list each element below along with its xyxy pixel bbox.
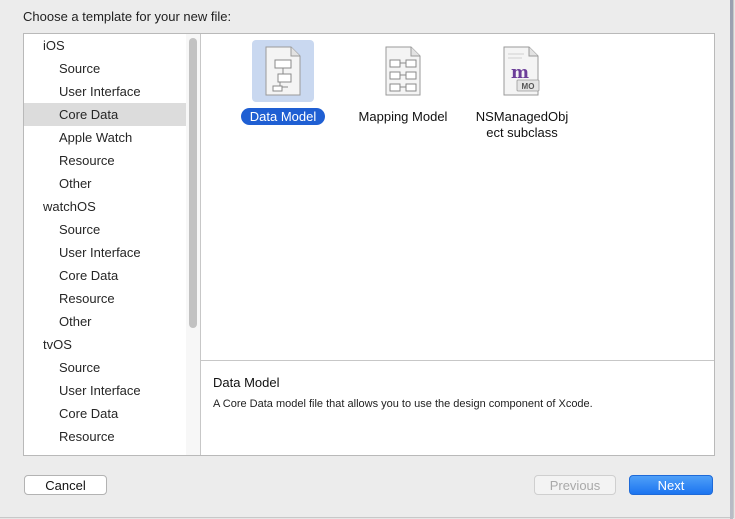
- template-browser: iOS Source User Interface Core Data Appl…: [23, 33, 715, 456]
- template-chooser-sheet: Choose a template for your new file: iOS…: [0, 0, 734, 519]
- sidebar-item-tvos-core-data[interactable]: Core Data: [24, 402, 200, 425]
- sidebar-item-watchos-other[interactable]: Other: [24, 310, 200, 333]
- mapping-model-document-icon: [385, 46, 421, 96]
- sidebar-item-ios-other[interactable]: Other: [24, 172, 200, 195]
- sidebar-item-ios-resource[interactable]: Resource: [24, 149, 200, 172]
- sidebar-item-tvos-resource[interactable]: Resource: [24, 425, 200, 448]
- sidebar-item-watchos-resource[interactable]: Resource: [24, 287, 200, 310]
- template-icon-highlight: [252, 40, 314, 102]
- sidebar-item-tvos-user-interface[interactable]: User Interface: [24, 379, 200, 402]
- template-data-model[interactable]: Data Model: [224, 40, 342, 125]
- mo-badge: MO: [522, 82, 535, 91]
- template-category-sidebar: iOS Source User Interface Core Data Appl…: [24, 34, 201, 455]
- template-icon-container: [372, 40, 434, 102]
- template-icon-container: m MO: [491, 40, 553, 102]
- template-label: Data Model: [228, 108, 338, 125]
- data-model-document-icon: [265, 46, 301, 96]
- previous-button[interactable]: Previous: [534, 475, 616, 495]
- template-label: Mapping Model: [358, 109, 448, 124]
- sidebar-item-ios-apple-watch[interactable]: Apple Watch: [24, 126, 200, 149]
- sidebar-item-ios-core-data[interactable]: Core Data: [24, 103, 200, 126]
- template-label: NSManagedObj ect subclass: [475, 109, 569, 140]
- managed-object-subclass-icon: m MO: [503, 46, 540, 96]
- sidebar-item-watchos-user-interface[interactable]: User Interface: [24, 241, 200, 264]
- next-button[interactable]: Next: [629, 475, 713, 495]
- dialog-prompt: Choose a template for your new file:: [23, 9, 232, 24]
- sidebar-platform-tvos[interactable]: tvOS: [24, 333, 200, 356]
- cancel-button[interactable]: Cancel: [24, 475, 107, 495]
- template-description-pane: Data Model A Core Data model file that a…: [201, 361, 714, 455]
- sidebar-item-ios-source[interactable]: Source: [24, 57, 200, 80]
- template-grid: Data Model Mapping Model m MO NSManagedO…: [201, 34, 714, 360]
- sidebar-item-tvos-source[interactable]: Source: [24, 356, 200, 379]
- template-nsmanagedobject-subclass[interactable]: m MO NSManagedObj ect subclass: [463, 40, 581, 141]
- sidebar-item-watchos-core-data[interactable]: Core Data: [24, 264, 200, 287]
- sidebar-platform-ios[interactable]: iOS: [24, 34, 200, 57]
- description-body: A Core Data model file that allows you t…: [213, 398, 593, 410]
- sidebar-item-watchos-source[interactable]: Source: [24, 218, 200, 241]
- sidebar-platform-watchos[interactable]: watchOS: [24, 195, 200, 218]
- sidebar-scrollbar-thumb[interactable]: [189, 38, 197, 328]
- template-mapping-model[interactable]: Mapping Model: [344, 40, 462, 125]
- description-title: Data Model: [213, 375, 280, 390]
- window-edge: [730, 0, 733, 519]
- sidebar-item-ios-user-interface[interactable]: User Interface: [24, 80, 200, 103]
